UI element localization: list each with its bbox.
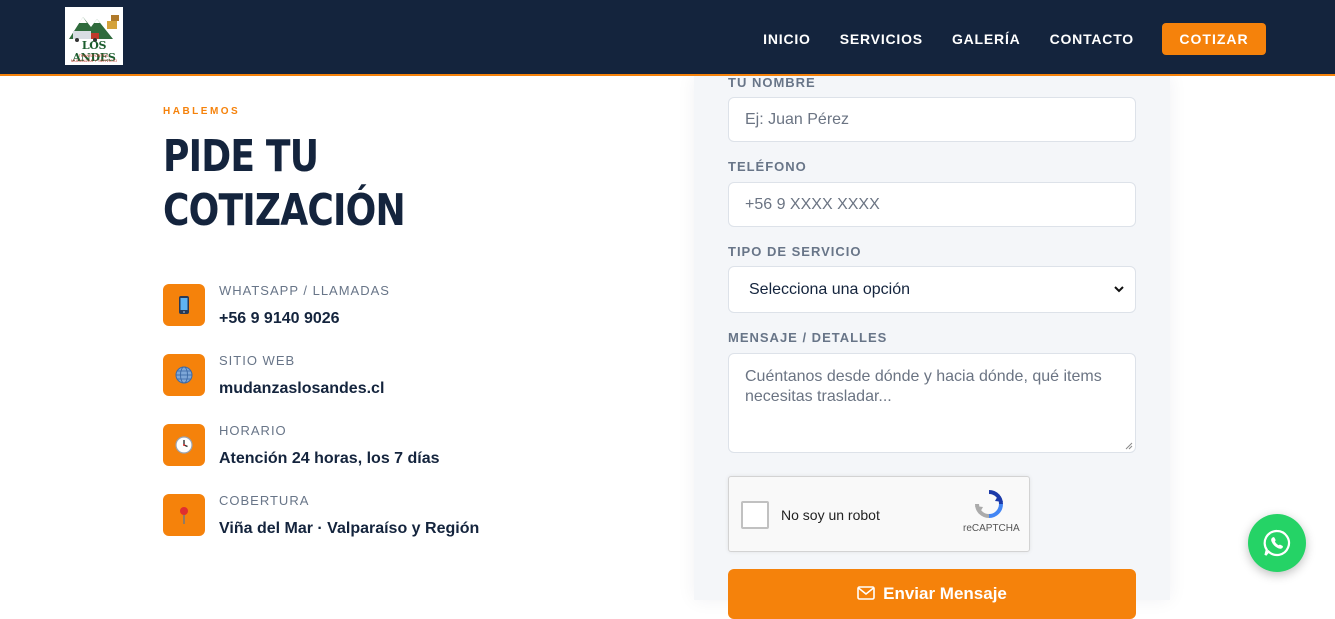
phone-label: TELÉFONO: [728, 159, 807, 174]
envelope-icon: [857, 586, 875, 600]
nav-inicio[interactable]: INICIO: [763, 31, 811, 47]
contact-whatsapp: WHATSAPP / LLAMADAS +56 9 9140 9026: [163, 283, 563, 328]
recaptcha-brand: reCAPTCHA: [963, 523, 1020, 534]
submit-label: Enviar Mensaje: [883, 584, 1007, 603]
page-title: PIDE TU COTIZACIÓN: [163, 130, 425, 238]
whatsapp-icon: [1263, 529, 1291, 557]
cotizar-button[interactable]: COTIZAR: [1162, 23, 1266, 55]
submit-button[interactable]: Enviar Mensaje: [728, 569, 1136, 619]
nav-galeria[interactable]: GALERÍA: [952, 31, 1021, 47]
service-selected-value: Selecciona una opción: [749, 280, 911, 298]
phone-input[interactable]: +56 9 XXXX XXXX: [728, 182, 1136, 227]
contact-label: SITIO WEB: [219, 353, 296, 368]
title-line-2: COTIZACIÓN: [163, 185, 406, 236]
contact-value: Viña del Mar · Valparaíso y Región: [219, 520, 480, 537]
contact-label: COBERTURA: [219, 493, 310, 508]
logo-subtext: TRANSPORTES, MUDANZAS Y SERVICIO: [70, 53, 118, 63]
nav-servicios[interactable]: SERVICIOS: [840, 31, 923, 47]
name-label: TU NOMBRE: [728, 75, 816, 90]
contact-coverage: COBERTURA Viña del Mar · Valparaíso y Re…: [163, 493, 563, 538]
top-navbar: LOS ANDES TRANSPORTES, MUDANZAS Y SERVIC…: [0, 0, 1335, 76]
contact-website: SITIO WEB mudanzaslosandes.cl: [163, 353, 563, 398]
name-input[interactable]: Ej: Juan Pérez: [728, 97, 1136, 142]
service-select[interactable]: Selecciona una opción: [728, 266, 1136, 313]
message-label: MENSAJE / DETALLES: [728, 330, 888, 345]
resize-grip-icon[interactable]: [1125, 442, 1133, 450]
title-line-1: PIDE TU: [163, 131, 319, 182]
recaptcha-logo-icon: [975, 490, 1003, 518]
globe-icon: [163, 354, 205, 396]
whatsapp-float-button[interactable]: [1248, 514, 1306, 572]
service-label: TIPO DE SERVICIO: [728, 244, 862, 259]
contact-value: Atención 24 horas, los 7 días: [219, 450, 440, 467]
message-textarea[interactable]: Cuéntanos desde dónde y hacia dónde, qué…: [728, 353, 1136, 453]
nav-contacto[interactable]: CONTACTO: [1050, 31, 1134, 47]
recaptcha-widget: No soy un robot reCAPTCHA: [728, 476, 1030, 552]
phone-icon: [163, 284, 205, 326]
contact-schedule: HORARIO Atención 24 horas, los 7 días: [163, 423, 563, 468]
clock-icon: [163, 424, 205, 466]
chevron-down-icon: [1114, 286, 1124, 293]
contact-value: +56 9 9140 9026: [219, 310, 340, 327]
contact-value[interactable]: mudanzaslosandes.cl: [219, 380, 384, 398]
quote-form: TU NOMBRE Ej: Juan Pérez TELÉFONO +56 9 …: [694, 75, 1170, 619]
section-eyebrow: HABLEMOS: [163, 106, 241, 117]
brand-logo[interactable]: LOS ANDES TRANSPORTES, MUDANZAS Y SERVIC…: [65, 7, 123, 65]
main-menu: INICIO SERVICIOS GALERÍA CONTACTO COTIZA…: [734, 23, 1266, 55]
message-placeholder: Cuéntanos desde dónde y hacia dónde, qué…: [745, 368, 1102, 405]
contact-label: WHATSAPP / LLAMADAS: [219, 283, 390, 298]
recaptcha-label: No soy un robot: [781, 507, 880, 523]
recaptcha-checkbox[interactable]: [741, 501, 769, 529]
pin-icon: [163, 494, 205, 536]
contact-label: HORARIO: [219, 423, 287, 438]
